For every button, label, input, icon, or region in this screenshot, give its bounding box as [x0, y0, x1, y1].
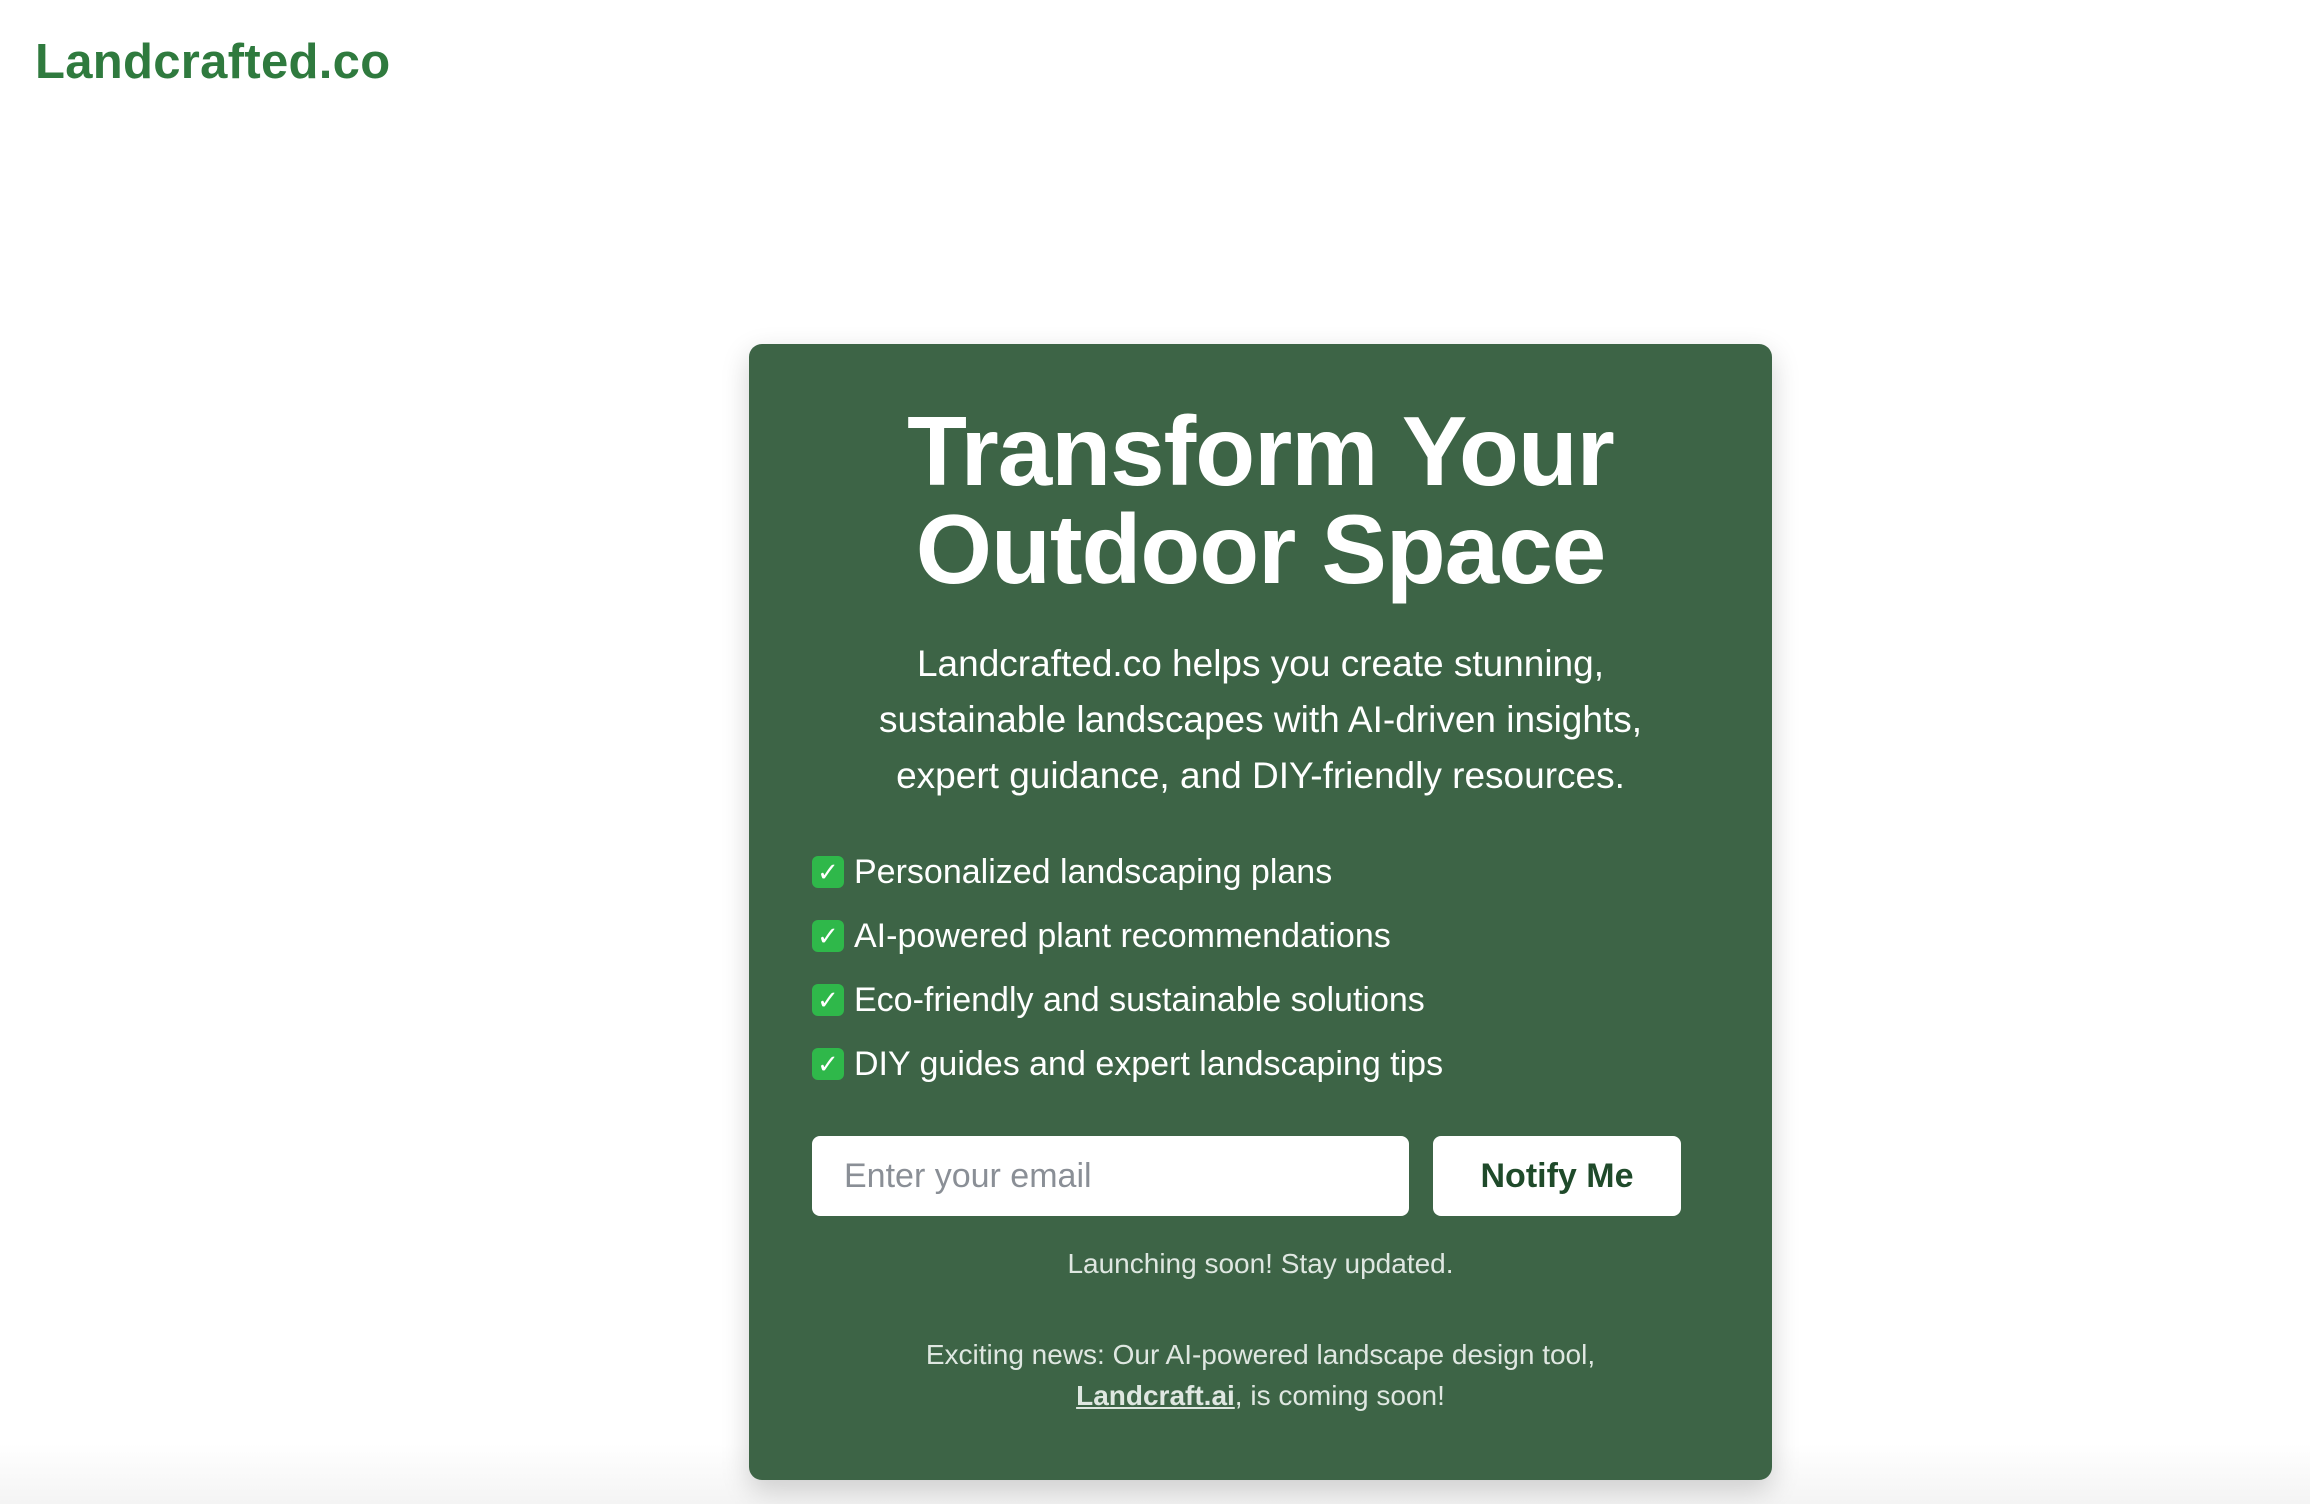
feature-item: ✓ DIY guides and expert landscaping tips	[812, 1032, 1443, 1096]
launch-status-text: Launching soon! Stay updated.	[1067, 1248, 1454, 1279]
feature-item: ✓ Eco-friendly and sustainable solutions	[812, 968, 1443, 1032]
feature-item: ✓ Personalized landscaping plans	[812, 840, 1443, 904]
news-announcement: Exciting news: Our AI-powered landscape …	[809, 1334, 1712, 1416]
check-mark-button-icon: ✓	[812, 1048, 844, 1080]
landing-page: Landcrafted.co Transform Your Outdoor Sp…	[0, 0, 2310, 1504]
feature-list: ✓ Personalized landscaping plans ✓ AI-po…	[812, 840, 1443, 1096]
hero-intro: Landcrafted.co helps you create stunning…	[878, 643, 1643, 796]
feature-item: ✓ AI-powered plant recommendations	[812, 904, 1443, 968]
feature-label: Personalized landscaping plans	[854, 852, 1333, 891]
landcraft-ai-link[interactable]: Landcraft.ai	[1076, 1380, 1235, 1411]
site-logo[interactable]: Landcrafted.co	[35, 30, 390, 94]
check-mark-button-icon: ✓	[812, 856, 844, 888]
headline-line-2: Outdoor Space	[915, 494, 1606, 604]
notify-me-button[interactable]: Notify Me	[1433, 1136, 1681, 1216]
headline-line-1: Transform Your	[907, 396, 1615, 506]
feature-label: AI-powered plant recommendations	[854, 916, 1391, 955]
hero-card: Transform Your Outdoor Space Landcrafted…	[749, 344, 1772, 1480]
news-suffix: , is coming soon!	[1234, 1380, 1445, 1411]
feature-label: Eco-friendly and sustainable solutions	[854, 980, 1425, 1019]
check-mark-button-icon: ✓	[812, 920, 844, 952]
check-mark-button-icon: ✓	[812, 984, 844, 1016]
news-prefix: Exciting news: Our AI-powered landscape …	[925, 1339, 1596, 1370]
signup-form: Notify Me	[812, 1136, 1681, 1216]
hero-headline: Transform Your Outdoor Space	[749, 402, 1772, 598]
feature-label: DIY guides and expert landscaping tips	[854, 1044, 1444, 1083]
email-input[interactable]	[812, 1136, 1409, 1216]
